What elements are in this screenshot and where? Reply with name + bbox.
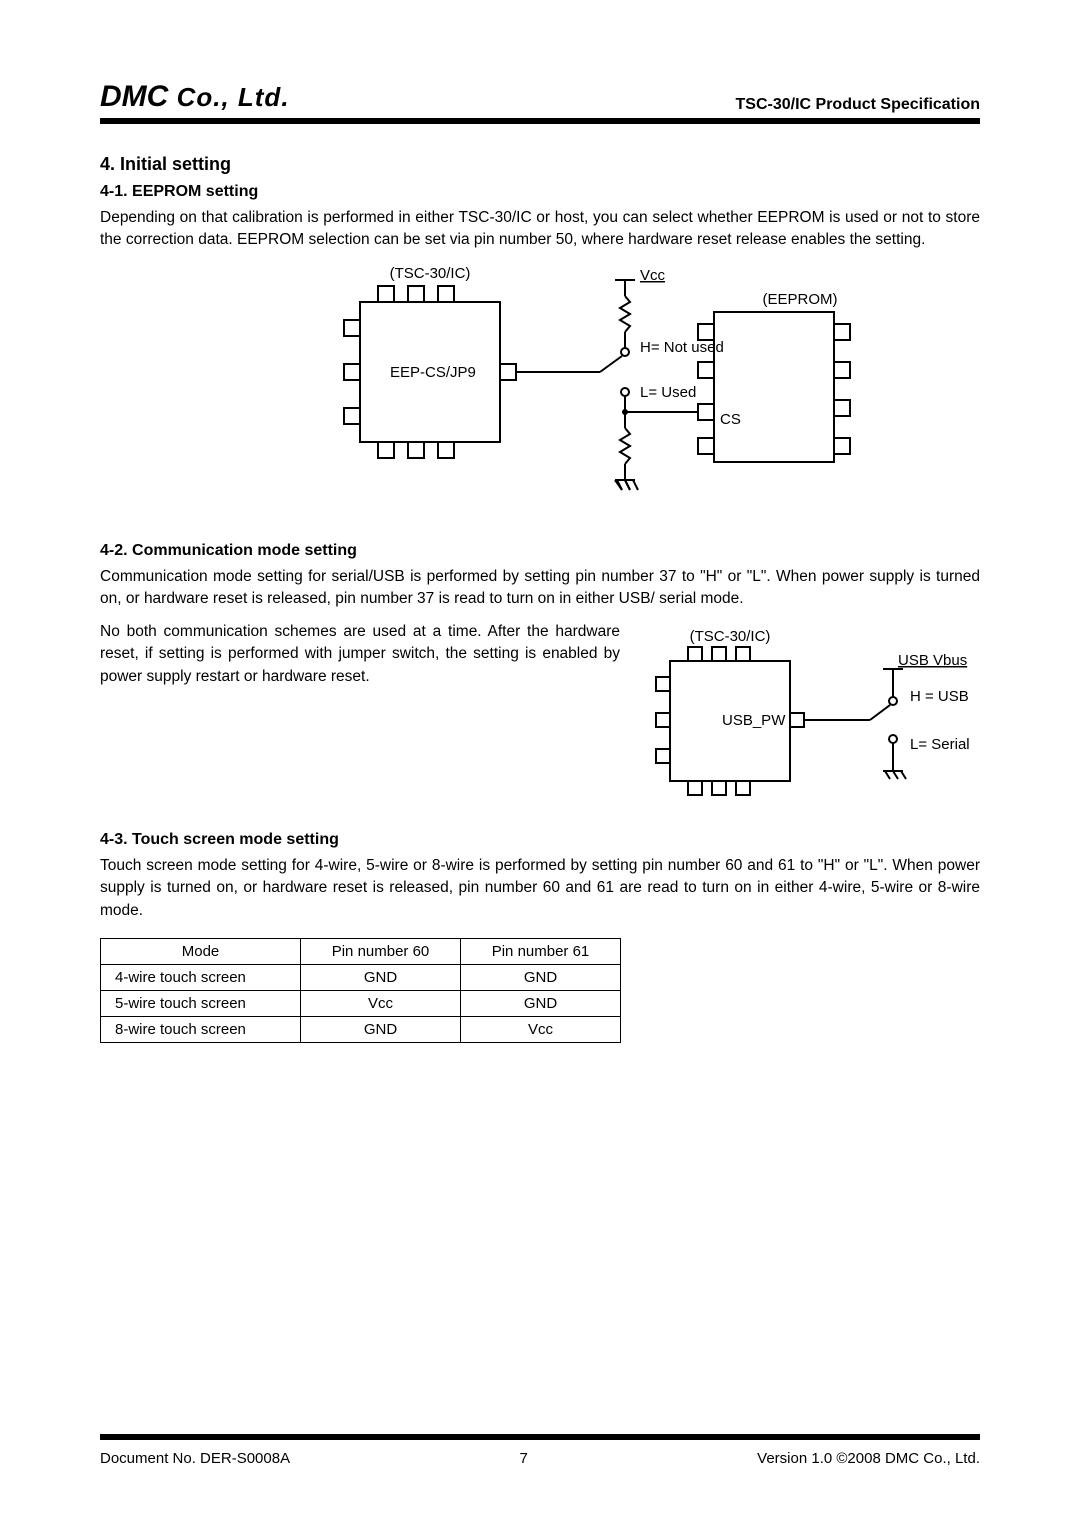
touch-mode-table: Mode Pin number 60 Pin number 61 4-wire … bbox=[100, 938, 621, 1043]
diagram-label: (TSC-30/IC) bbox=[390, 265, 471, 282]
table-header: Pin number 60 bbox=[301, 939, 461, 965]
diagram-label: USB Vbus bbox=[898, 652, 967, 669]
table-row: 4-wire touch screen GND GND bbox=[101, 965, 621, 991]
diagram-label: H= Not used bbox=[640, 339, 724, 356]
logo-suffix: Co., Ltd. bbox=[177, 82, 290, 112]
page-footer: Document No. DER-S0008A 7 Version 1.0 ©2… bbox=[100, 1434, 980, 1467]
table-row: 8-wire touch screen GND Vcc bbox=[101, 1017, 621, 1043]
section-4-2-para1: Communication mode setting for serial/US… bbox=[100, 566, 980, 611]
section-4-1-title: 4-1. EEPROM setting bbox=[100, 183, 980, 201]
diagram-label: EEP-CS/JP9 bbox=[390, 364, 476, 381]
table-header: Pin number 61 bbox=[461, 939, 621, 965]
diagram-comm-mode: No both communication schemes are used a… bbox=[100, 621, 980, 811]
footer-version: Version 1.0 ©2008 DMC Co., Ltd. bbox=[757, 1450, 980, 1467]
section-4-1-para: Depending on that calibration is perform… bbox=[100, 207, 980, 252]
section-4-2-para2: No both communication schemes are used a… bbox=[100, 621, 620, 688]
company-logo: DMC Co., Ltd. bbox=[100, 80, 290, 114]
doc-title: TSC-30/IC Product Specification bbox=[736, 96, 980, 114]
diagram-label: CS bbox=[720, 411, 741, 428]
diagram-label: (EEPROM) bbox=[763, 291, 838, 308]
footer-doc-no: Document No. DER-S0008A bbox=[100, 1450, 290, 1467]
page-header: DMC Co., Ltd. TSC-30/IC Product Specific… bbox=[100, 80, 980, 124]
table-header: Mode bbox=[101, 939, 301, 965]
section-4-title: 4. Initial setting bbox=[100, 154, 980, 175]
section-4-2-title: 4-2. Communication mode setting bbox=[100, 542, 980, 560]
diagram-label: L= Used bbox=[640, 384, 696, 401]
diagram-label: Vcc bbox=[640, 267, 666, 284]
section-4-3-para: Touch screen mode setting for 4-wire, 5-… bbox=[100, 855, 980, 922]
table-row: 5-wire touch screen Vcc GND bbox=[101, 991, 621, 1017]
diagram-label: H = USB bbox=[910, 688, 969, 705]
section-4-3-title: 4-3. Touch screen mode setting bbox=[100, 831, 980, 849]
diagram-label: USB_PW bbox=[722, 712, 786, 729]
diagram-label: (TSC-30/IC) bbox=[690, 628, 771, 645]
footer-page: 7 bbox=[519, 1450, 527, 1467]
diagram-eeprom: (TSC-30/IC) (EEPROM) EEP-CS/JP9 Vcc H= N… bbox=[100, 262, 980, 522]
diagram-label: L= Serial bbox=[910, 736, 970, 753]
